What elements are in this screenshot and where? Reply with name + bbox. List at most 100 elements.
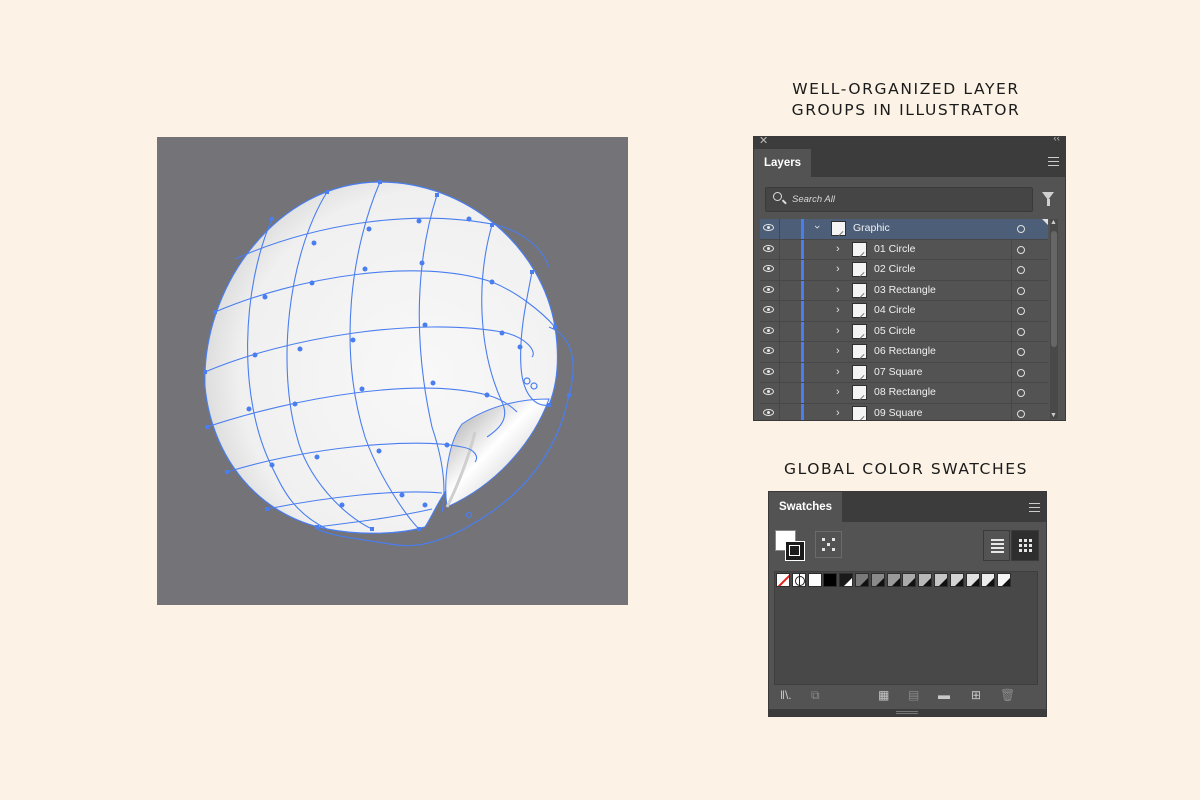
tab-swatches[interactable]: Swatches <box>769 492 843 522</box>
target-circle-icon[interactable] <box>1017 327 1025 336</box>
swatch-global[interactable] <box>949 573 964 587</box>
filter-icon[interactable] <box>1042 192 1054 206</box>
panel-titlebar[interactable]: ✕ ‹‹ <box>754 137 1065 149</box>
layers-search[interactable] <box>765 187 1033 212</box>
layer-name[interactable]: 07 Square <box>874 366 922 378</box>
swatch-color[interactable] <box>823 573 838 587</box>
panel-menu-icon[interactable] <box>1048 157 1059 166</box>
target-circle-icon[interactable] <box>1017 409 1025 418</box>
layer-row[interactable]: › 06 Rectangle <box>760 342 1048 363</box>
search-input[interactable] <box>792 191 1012 207</box>
visibility-eye-icon[interactable] <box>763 265 774 272</box>
layer-row[interactable]: › 09 Square <box>760 403 1048 420</box>
chevron-right-icon[interactable]: › <box>836 284 840 296</box>
place-swatches-icon[interactable]: ⧉ <box>811 688 820 703</box>
swatch-global[interactable] <box>902 573 917 587</box>
target-circle-icon[interactable] <box>1017 368 1025 377</box>
artboard[interactable] <box>157 137 628 605</box>
swatch-global[interactable] <box>934 573 948 587</box>
target-circle-icon[interactable] <box>1017 245 1025 254</box>
grid-view-icon[interactable] <box>1011 530 1039 561</box>
layer-color-bar <box>801 342 804 362</box>
column-divider <box>779 321 780 341</box>
chevron-right-icon[interactable]: › <box>836 407 840 419</box>
layer-row[interactable]: › 02 Circle <box>760 260 1048 281</box>
collapse-icon[interactable]: ‹‹ <box>1053 137 1060 144</box>
layer-name[interactable]: 09 Square <box>874 407 922 419</box>
swatch-libraries-icon[interactable]: ǁ\. <box>780 688 792 702</box>
chevron-right-icon[interactable]: › <box>836 325 840 337</box>
new-swatch-icon[interactable]: ⊞ <box>971 688 981 702</box>
visibility-eye-icon[interactable] <box>763 388 774 395</box>
chevron-down-icon[interactable]: › <box>811 225 823 229</box>
swatch-options-icon[interactable]: ▤ <box>908 688 919 702</box>
show-swatch-kinds-icon[interactable] <box>815 531 842 558</box>
panel-menu-icon[interactable] <box>1029 503 1040 512</box>
layer-row[interactable]: › 08 Rectangle <box>760 383 1048 404</box>
layers-scrollbar[interactable]: ▲ ▼ <box>1050 219 1058 419</box>
swatch-global[interactable] <box>965 573 980 587</box>
chevron-right-icon[interactable]: › <box>836 386 840 398</box>
scroll-down-icon[interactable]: ▼ <box>1050 412 1057 419</box>
layers-panel[interactable]: ✕ ‹‹ Layers › Graphic › 01 Circle › 02 Circ… <box>753 136 1066 421</box>
visibility-eye-icon[interactable] <box>763 326 774 334</box>
chevron-right-icon[interactable]: › <box>836 345 840 357</box>
layer-name[interactable]: 05 Circle <box>874 325 915 337</box>
layer-name[interactable]: 04 Circle <box>874 304 915 316</box>
layer-name[interactable]: 03 Rectangle <box>874 284 936 296</box>
swatches-panel[interactable]: Swatches ǁ\. ⧉ ▦ ▤ ▬ ⊞ 🗑 <box>768 491 1047 717</box>
layer-thumbnail <box>852 303 867 318</box>
visibility-eye-icon[interactable] <box>763 285 774 293</box>
swatch-global[interactable] <box>981 573 996 587</box>
layer-row[interactable]: › 05 Circle <box>760 321 1048 342</box>
color-group-icon[interactable]: ▦ <box>878 688 889 702</box>
layer-row[interactable]: › 04 Circle <box>760 301 1048 322</box>
visibility-eye-icon[interactable] <box>763 224 774 231</box>
stroke-swatch[interactable] <box>785 541 805 561</box>
close-icon[interactable]: ✕ <box>759 137 768 147</box>
target-circle-icon[interactable] <box>1017 348 1025 356</box>
chevron-right-icon[interactable]: › <box>836 366 840 378</box>
column-divider <box>1011 321 1012 341</box>
resize-grip[interactable] <box>769 709 1046 716</box>
swatch-global[interactable] <box>997 573 1012 587</box>
layer-row-graphic[interactable]: › Graphic <box>760 219 1048 240</box>
target-circle-icon[interactable] <box>1017 266 1025 274</box>
tab-layers[interactable]: Layers <box>754 149 812 177</box>
target-circle-icon[interactable] <box>1017 389 1025 397</box>
scrollbar-thumb[interactable] <box>1051 231 1057 347</box>
swatch-global[interactable] <box>870 573 885 587</box>
swatch-registration[interactable] <box>791 573 806 587</box>
list-view-icon[interactable] <box>983 530 1010 561</box>
scroll-up-icon[interactable]: ▲ <box>1050 219 1057 226</box>
chevron-right-icon[interactable]: › <box>836 304 840 316</box>
target-circle-icon[interactable] <box>1017 307 1025 315</box>
layer-row[interactable]: › 01 Circle <box>760 239 1048 260</box>
swatch-global[interactable] <box>918 573 933 587</box>
swatch-color[interactable] <box>807 573 822 587</box>
layer-name[interactable]: Graphic <box>853 222 890 234</box>
visibility-eye-icon[interactable] <box>763 367 774 375</box>
target-circle-icon[interactable] <box>1017 225 1025 233</box>
layer-row[interactable]: › 03 Rectangle <box>760 280 1048 301</box>
layer-thumbnail <box>852 262 867 277</box>
visibility-eye-icon[interactable] <box>763 306 774 313</box>
layer-name[interactable]: 01 Circle <box>874 243 915 255</box>
chevron-right-icon[interactable]: › <box>836 263 840 275</box>
layer-name[interactable]: 06 Rectangle <box>874 345 936 357</box>
target-circle-icon[interactable] <box>1017 286 1025 295</box>
layer-name[interactable]: 08 Rectangle <box>874 386 936 398</box>
visibility-eye-icon[interactable] <box>763 244 774 252</box>
fill-stroke-control[interactable] <box>775 530 811 566</box>
swatch-none[interactable] <box>776 573 790 587</box>
swatch-global[interactable] <box>886 573 901 587</box>
delete-swatch-icon[interactable]: 🗑 <box>1000 688 1015 702</box>
visibility-eye-icon[interactable] <box>763 408 774 416</box>
swatch-global[interactable] <box>839 573 854 587</box>
layer-row[interactable]: › 07 Square <box>760 362 1048 383</box>
layer-name[interactable]: 02 Circle <box>874 263 915 275</box>
new-group-folder-icon[interactable]: ▬ <box>938 688 950 702</box>
swatch-global[interactable] <box>855 573 869 587</box>
chevron-right-icon[interactable]: › <box>836 243 840 255</box>
visibility-eye-icon[interactable] <box>763 347 774 354</box>
